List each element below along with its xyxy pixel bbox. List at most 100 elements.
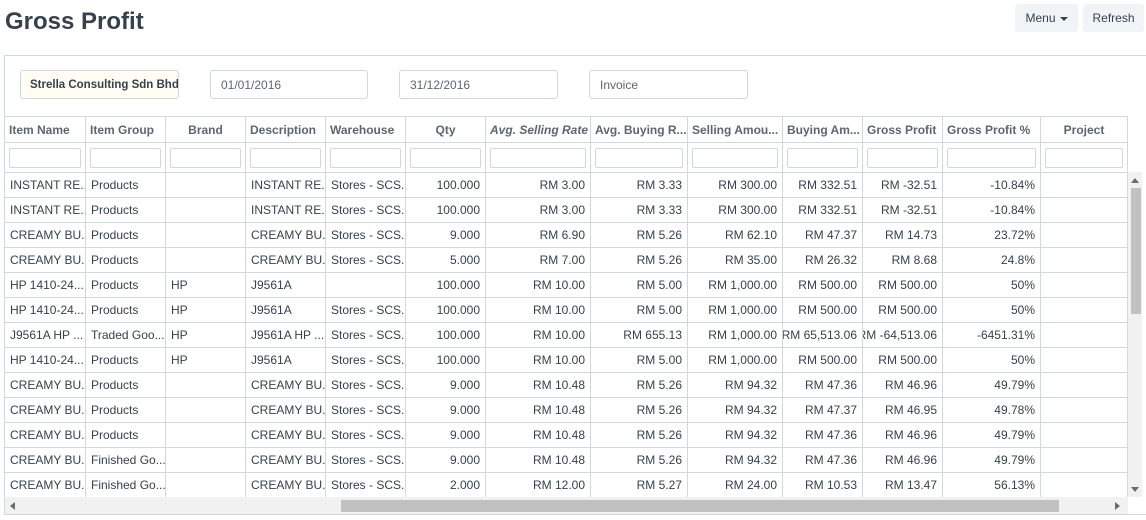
column-header-qty[interactable]: Qty	[406, 117, 486, 143]
cell-avg-selling-rate[interactable]: RM 10.48	[486, 373, 591, 398]
column-header-item-name[interactable]: Item Name	[5, 117, 86, 143]
cell-project[interactable]	[1041, 173, 1128, 198]
cell-gross-profit[interactable]: RM 46.96	[863, 373, 943, 398]
table-row[interactable]: HP 1410-24... Products HP J9561A Stores - SC…	[5, 298, 1128, 323]
cell-item-name[interactable]: HP 1410-24...	[5, 348, 86, 373]
cell-selling-amount[interactable]: RM 94.32	[688, 373, 783, 398]
cell-gross-profit-percent[interactable]: 56.13%	[943, 473, 1041, 497]
cell-project[interactable]	[1041, 373, 1128, 398]
cell-brand[interactable]	[166, 173, 246, 198]
column-filter-input-item-group[interactable]	[90, 147, 161, 168]
cell-qty[interactable]: 9.000	[406, 398, 486, 423]
cell-selling-amount[interactable]: RM 62.10	[688, 223, 783, 248]
cell-avg-buying-rate[interactable]: RM 5.00	[591, 348, 688, 373]
cell-brand[interactable]: HP	[166, 323, 246, 348]
cell-avg-selling-rate[interactable]: RM 12.00	[486, 473, 591, 497]
cell-gross-profit-percent[interactable]: 23.72%	[943, 223, 1041, 248]
cell-selling-amount[interactable]: RM 1,000.00	[688, 273, 783, 298]
cell-buying-amount[interactable]: RM 47.36	[783, 448, 863, 473]
cell-avg-selling-rate[interactable]: RM 10.00	[486, 273, 591, 298]
cell-item-group[interactable]: Products	[86, 298, 166, 323]
scroll-right-icon[interactable]	[1115, 502, 1120, 510]
cell-selling-amount[interactable]: RM 300.00	[688, 173, 783, 198]
cell-qty[interactable]: 100.000	[406, 198, 486, 223]
cell-qty[interactable]: 9.000	[406, 223, 486, 248]
cell-qty[interactable]: 100.000	[406, 273, 486, 298]
cell-gross-profit-percent[interactable]: -10.84%	[943, 198, 1041, 223]
cell-avg-buying-rate[interactable]: RM 5.26	[591, 398, 688, 423]
cell-avg-buying-rate[interactable]: RM 5.26	[591, 223, 688, 248]
cell-description[interactable]: J9561A	[246, 273, 326, 298]
cell-selling-amount[interactable]: RM 35.00	[688, 248, 783, 273]
cell-warehouse[interactable]: Stores - SCS...	[326, 423, 406, 448]
cell-qty[interactable]: 100.000	[406, 323, 486, 348]
column-header-project[interactable]: Project	[1041, 117, 1128, 143]
column-header-avg-selling-rate[interactable]: Avg. Selling Rate	[486, 117, 591, 143]
cell-gross-profit-percent[interactable]: -10.84%	[943, 173, 1041, 198]
cell-gross-profit[interactable]: RM 13.47	[863, 473, 943, 497]
cell-description[interactable]: J9561A HP ...	[246, 323, 326, 348]
cell-description[interactable]: CREAMY BU...	[246, 473, 326, 497]
refresh-button[interactable]: Refresh	[1083, 4, 1144, 32]
cell-qty[interactable]: 9.000	[406, 373, 486, 398]
column-filter-input-warehouse[interactable]	[330, 147, 401, 168]
table-row[interactable]: CREAMY BU... Finished Go... CREAMY BU... St…	[5, 448, 1128, 473]
column-filter-input-gross-profit[interactable]	[867, 147, 938, 168]
table-row[interactable]: INSTANT RE... Products INSTANT RE... Stores…	[5, 198, 1128, 223]
cell-warehouse[interactable]: Stores - SCS...	[326, 373, 406, 398]
cell-avg-selling-rate[interactable]: RM 10.48	[486, 398, 591, 423]
cell-buying-amount[interactable]: RM 500.00	[783, 348, 863, 373]
column-header-gross-profit-percent[interactable]: Gross Profit %	[943, 117, 1041, 143]
column-filter-input-gross-profit-percent[interactable]	[947, 147, 1036, 168]
cell-avg-selling-rate[interactable]: RM 10.48	[486, 448, 591, 473]
cell-gross-profit[interactable]: RM -64,513.06	[863, 323, 943, 348]
table-row[interactable]: INSTANT RE... Products INSTANT RE... Stores…	[5, 173, 1128, 198]
cell-gross-profit-percent[interactable]: 50%	[943, 273, 1041, 298]
cell-avg-buying-rate[interactable]: RM 5.27	[591, 473, 688, 497]
cell-gross-profit[interactable]: RM 500.00	[863, 273, 943, 298]
cell-avg-selling-rate[interactable]: RM 3.00	[486, 173, 591, 198]
scroll-up-icon[interactable]	[1131, 178, 1139, 183]
cell-brand[interactable]	[166, 198, 246, 223]
column-filter-input-avg-buying-rate[interactable]	[595, 147, 683, 168]
cell-gross-profit[interactable]: RM 14.73	[863, 223, 943, 248]
cell-buying-amount[interactable]: RM 47.37	[783, 398, 863, 423]
cell-selling-amount[interactable]: RM 24.00	[688, 473, 783, 497]
cell-avg-buying-rate[interactable]: RM 5.26	[591, 248, 688, 273]
cell-warehouse[interactable]: Stores - SCS...	[326, 223, 406, 248]
cell-gross-profit[interactable]: RM 46.96	[863, 448, 943, 473]
cell-item-name[interactable]: CREAMY BU...	[5, 373, 86, 398]
column-filter-input-qty[interactable]	[410, 147, 481, 168]
cell-item-name[interactable]: CREAMY BU...	[5, 398, 86, 423]
scroll-down-icon[interactable]	[1131, 487, 1139, 492]
cell-gross-profit[interactable]: RM 500.00	[863, 348, 943, 373]
cell-brand[interactable]	[166, 398, 246, 423]
column-header-description[interactable]: Description	[246, 117, 326, 143]
cell-avg-selling-rate[interactable]: RM 3.00	[486, 198, 591, 223]
cell-item-group[interactable]: Products	[86, 173, 166, 198]
table-row[interactable]: CREAMY BU... Products CREAMY BU... Stores -…	[5, 248, 1128, 273]
cell-project[interactable]	[1041, 298, 1128, 323]
cell-brand[interactable]	[166, 423, 246, 448]
cell-warehouse[interactable]: Stores - SCS...	[326, 448, 406, 473]
column-filter-input-buying-amount[interactable]	[787, 147, 858, 168]
cell-item-name[interactable]: HP 1410-24...	[5, 273, 86, 298]
cell-avg-buying-rate[interactable]: RM 5.26	[591, 373, 688, 398]
cell-warehouse[interactable]: Stores - SCS...	[326, 348, 406, 373]
cell-item-name[interactable]: CREAMY BU...	[5, 473, 86, 497]
cell-description[interactable]: CREAMY BU...	[246, 248, 326, 273]
cell-avg-buying-rate[interactable]: RM 3.33	[591, 198, 688, 223]
cell-warehouse[interactable]: Stores - SCS...	[326, 323, 406, 348]
cell-gross-profit-percent[interactable]: 50%	[943, 298, 1041, 323]
cell-description[interactable]: CREAMY BU...	[246, 423, 326, 448]
cell-item-group[interactable]: Products	[86, 223, 166, 248]
cell-avg-selling-rate[interactable]: RM 10.00	[486, 298, 591, 323]
cell-qty[interactable]: 100.000	[406, 298, 486, 323]
cell-item-name[interactable]: J9561A HP ...	[5, 323, 86, 348]
from-date-filter[interactable]: 01/01/2016	[210, 70, 368, 99]
cell-gross-profit[interactable]: RM 46.95	[863, 398, 943, 423]
cell-brand[interactable]	[166, 373, 246, 398]
cell-buying-amount[interactable]: RM 332.51	[783, 173, 863, 198]
cell-project[interactable]	[1041, 223, 1128, 248]
cell-selling-amount[interactable]: RM 300.00	[688, 198, 783, 223]
